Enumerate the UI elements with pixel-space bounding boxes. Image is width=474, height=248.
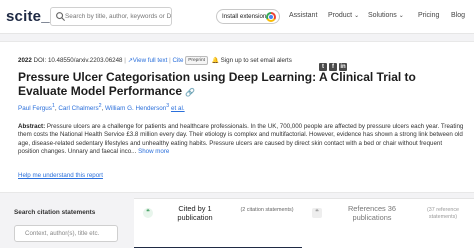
scite-logo[interactable]: scite_ bbox=[6, 8, 50, 25]
doi[interactable]: DOI: 10.48550/arxiv.2203.06248 bbox=[34, 57, 123, 64]
references-icon: ❝ bbox=[312, 208, 322, 218]
preprint-badge: Preprint bbox=[185, 56, 208, 65]
nav-pricing[interactable]: Pricing bbox=[418, 12, 439, 19]
paper-meta: 2022 DOI: 10.48550/arxiv.2203.06248 | ↗V… bbox=[18, 56, 292, 65]
references-sub: (37 reference statements) bbox=[426, 207, 460, 220]
references-label: References 36 publications bbox=[347, 204, 397, 222]
nav-product[interactable]: Product ⌄ bbox=[328, 12, 359, 19]
abstract-text: Pressure ulcers are a challenge for pati… bbox=[18, 123, 464, 156]
tab-cited-by[interactable]: ❝ Cited by 1 publication (2 citation sta… bbox=[134, 199, 302, 248]
cite-link[interactable]: Cite bbox=[172, 57, 183, 64]
help-understand-link[interactable]: Help me understand this report bbox=[18, 172, 103, 179]
citation-search-box[interactable] bbox=[14, 225, 118, 242]
bell-icon: 🔔 bbox=[211, 58, 219, 64]
install-extension-button[interactable]: Install extension bbox=[216, 9, 280, 24]
email-alerts-link[interactable]: Sign up to set email alerts bbox=[221, 57, 292, 64]
chevron-down-icon: ⌄ bbox=[354, 13, 360, 19]
nav-pricing-label: Pricing bbox=[418, 12, 440, 19]
author-list: Paul Fergus1, Carl Chalmers2, William G.… bbox=[18, 103, 185, 113]
cited-by-sub: (2 citation statements) bbox=[240, 207, 294, 213]
install-extension-label: Install extension bbox=[222, 13, 267, 20]
citation-tabs: ❝ Cited by 1 publication (2 citation sta… bbox=[134, 198, 474, 248]
nav-blog-label: Blog bbox=[451, 12, 466, 19]
nav-solutions[interactable]: Solutions ⌄ bbox=[368, 12, 404, 19]
paper-card: 2022 DOI: 10.48550/arxiv.2203.06248 | ↗V… bbox=[0, 41, 474, 193]
author-link[interactable]: Carl Chalmers bbox=[58, 105, 98, 112]
nav-solutions-label: Solutions bbox=[368, 12, 397, 19]
citation-search-heading: Search citation statements bbox=[14, 209, 96, 216]
search-input[interactable] bbox=[65, 8, 171, 25]
publication-year: 2022 bbox=[18, 57, 32, 64]
citation-search-input[interactable] bbox=[25, 226, 117, 241]
et-al-link[interactable]: et al. bbox=[171, 105, 185, 112]
top-navbar: scite_ Install extension Assistant Produ… bbox=[0, 0, 474, 34]
author-affiliation: 3 bbox=[166, 103, 170, 109]
show-more-link[interactable]: Show more bbox=[138, 148, 169, 155]
author-link[interactable]: Paul Fergus bbox=[18, 105, 52, 112]
tab-references[interactable]: ❝ References 36 publications (37 referen… bbox=[304, 199, 474, 248]
paper-title: Pressure Ulcer Categorisation using Deep… bbox=[18, 70, 438, 100]
cited-by-label: Cited by 1 publication bbox=[177, 204, 213, 222]
chevron-down-icon: ⌄ bbox=[398, 13, 404, 19]
view-full-text-link[interactable]: View full text bbox=[133, 57, 168, 64]
nav-product-label: Product bbox=[328, 12, 353, 19]
paper-title-text: Pressure Ulcer Categorisation using Deep… bbox=[18, 70, 416, 98]
abstract: Abstract: Pressure ulcers are a challeng… bbox=[18, 123, 464, 157]
quote-icon: ❝ bbox=[143, 208, 153, 218]
search-bar[interactable] bbox=[50, 7, 172, 26]
nav-blog[interactable]: Blog bbox=[451, 12, 465, 19]
nav-assistant[interactable]: Assistant bbox=[289, 12, 317, 19]
abstract-label: Abstract: bbox=[18, 123, 46, 130]
author-link[interactable]: William G. Henderson bbox=[105, 105, 166, 112]
link-icon[interactable]: 🔗 bbox=[185, 88, 195, 97]
nav-assistant-label: Assistant bbox=[289, 12, 318, 19]
chrome-icon bbox=[266, 12, 276, 22]
